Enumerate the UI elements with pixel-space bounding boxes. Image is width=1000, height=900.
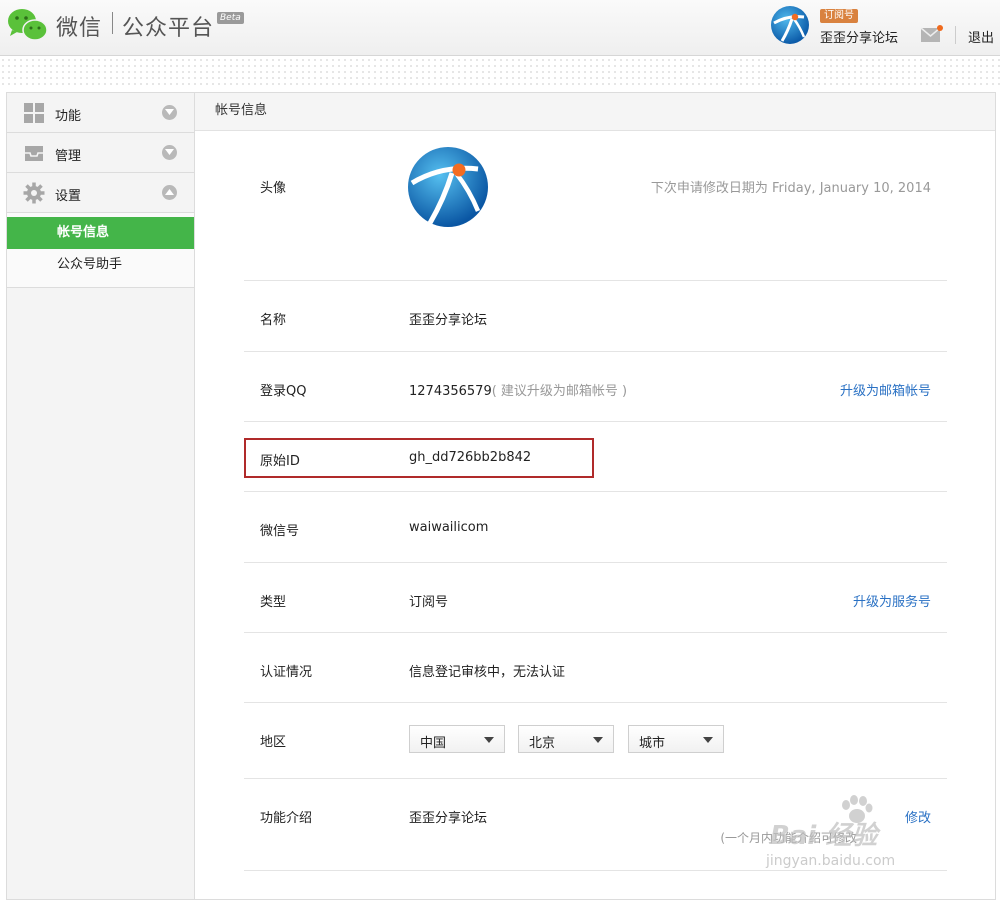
upgrade-service-link[interactable]: 升级为服务号 [853,591,931,610]
top-header: 微信 公众平台 Beta 订阅号 歪歪分享论坛 退出 [0,0,1000,56]
row-type: 类型 订阅号 升级为服务号 [244,563,947,633]
page-title: 帐号信息 [195,93,995,131]
wechat-id-value: waiwailicom [409,520,489,535]
main-panel: 帐号信息 头像 下次申请修改日期为 Friday, January 10, 20… [194,92,996,900]
settings-submenu: 帐号信息 公众号助手 [7,213,194,288]
logo-separator [112,12,113,34]
select-value: 城市 [639,736,666,751]
row-label: 功能介绍 [260,811,313,826]
original-id-highlight [244,438,594,478]
sidebar: 功能 管理 设置 帐号信息 公众号助手 [6,92,194,900]
dotted-pattern-strip [0,57,1000,89]
row-label: 头像 [260,181,287,196]
inbox-icon [25,146,43,161]
gear-icon [23,182,45,204]
logo-subtext: 公众平台 [122,16,215,41]
mail-icon[interactable] [920,25,944,43]
row-label: 名称 [260,313,287,328]
beta-badge: Beta [217,12,244,24]
row-region: 地区 中国 北京 城市 [244,703,947,779]
verification-value: 信息登记审核中，无法认证 [409,665,566,680]
upgrade-email-link[interactable]: 升级为邮箱帐号 [840,380,931,399]
account-avatar-large[interactable] [406,145,490,229]
sidebar-group-functions[interactable]: 功能 [7,93,194,133]
row-label: 地区 [260,735,287,750]
row-login-qq: 登录QQ 1274356579( 建议升级为邮箱帐号 ) 升级为邮箱帐号 [244,352,947,422]
row-label: 类型 [260,595,287,610]
select-value: 中国 [420,736,447,751]
sidebar-item-account-info[interactable]: 帐号信息 [7,217,194,249]
country-select[interactable]: 中国 [409,725,505,753]
row-wechat-id: 微信号 waiwailicom [244,492,947,563]
select-value: 北京 [529,736,556,751]
sidebar-group-label: 功能 [55,109,82,124]
row-name: 名称 歪歪分享论坛 [244,281,947,352]
header-divider [955,26,956,44]
sidebar-group-label: 设置 [55,189,82,204]
row-avatar: 头像 下次申请修改日期为 Friday, January 10, 2014 [244,131,947,281]
caret-down-icon [484,737,494,743]
qq-hint: ( 建议升级为邮箱帐号 ) [491,384,628,399]
sidebar-group-settings[interactable]: 设置 [7,173,194,213]
logo-text: 微信 [56,16,103,41]
grid-icon [24,103,44,123]
chevron-down-icon[interactable] [162,105,177,120]
row-label: 微信号 [260,524,300,539]
account-type-value: 订阅号 [409,595,449,610]
baidu-watermark: Bai 经验 jingyan.baidu.com [760,795,960,875]
wechat-logo-icon [8,9,48,41]
sidebar-group-label: 管理 [55,149,82,164]
row-label: 认证情况 [260,665,313,680]
qq-number: 1274356579 [409,384,492,399]
chevron-up-icon[interactable] [162,185,177,200]
account-name-value: 歪歪分享论坛 [409,313,488,328]
account-type-badge: 订阅号 [820,9,858,23]
qq-value: 1274356579( 建议升级为邮箱帐号 ) [409,380,627,399]
avatar-modify-note: 下次申请修改日期为 Friday, January 10, 2014 [650,181,931,196]
chevron-down-icon[interactable] [162,145,177,160]
watermark-url: jingyan.baidu.com [766,853,896,869]
account-avatar[interactable] [770,5,810,45]
account-name[interactable]: 歪歪分享论坛 [820,27,898,46]
sidebar-item-assistant[interactable]: 公众号助手 [7,249,194,281]
caret-down-icon [593,737,603,743]
watermark-brand: Bai 经验 [770,821,878,851]
row-label: 登录QQ [260,384,307,399]
city-select[interactable]: 城市 [628,725,724,753]
row-verification: 认证情况 信息登记审核中，无法认证 [244,633,947,703]
caret-down-icon [703,737,713,743]
province-select[interactable]: 北京 [518,725,614,753]
intro-value: 歪歪分享论坛 [409,811,488,826]
sidebar-group-management[interactable]: 管理 [7,133,194,173]
logout-link[interactable]: 退出 [968,27,994,46]
